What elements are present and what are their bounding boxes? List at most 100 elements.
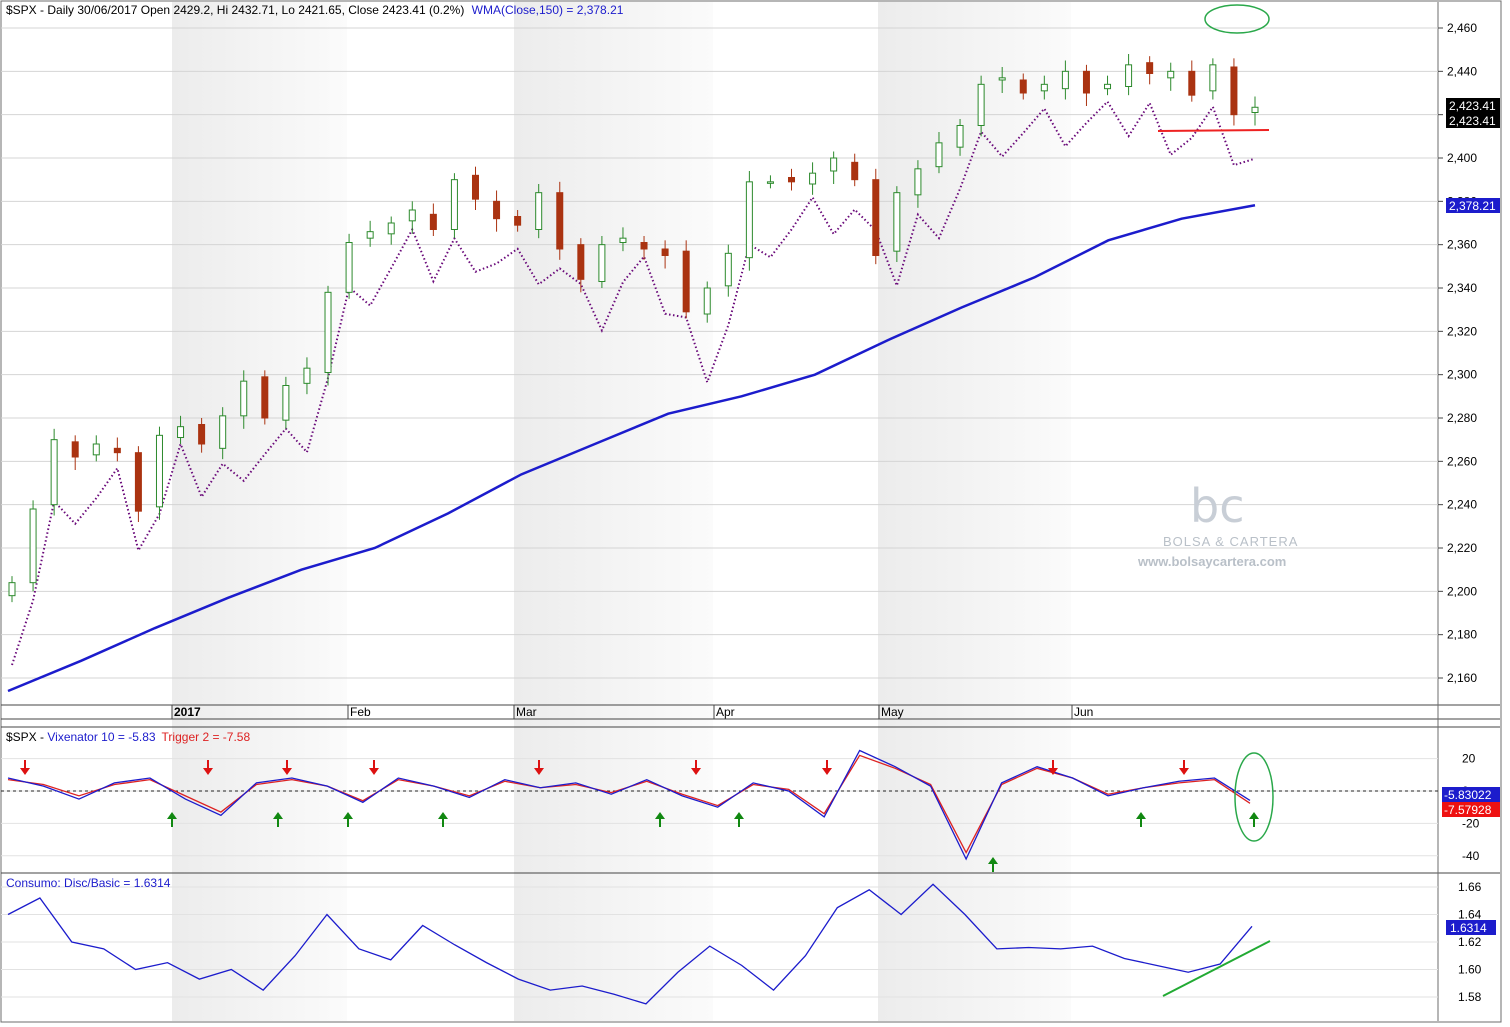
candle-body <box>661 248 669 256</box>
price-tick-label: 2,460 <box>1447 21 1477 35</box>
month-label: 2017 <box>174 705 201 719</box>
candle-body <box>1061 70 1069 90</box>
candle-body <box>282 385 290 421</box>
wma-label: 2,378.21 <box>1449 199 1496 213</box>
candle-body <box>619 237 627 244</box>
candle-body <box>366 231 374 239</box>
price-tick-label: 2,220 <box>1447 541 1477 555</box>
month-label: May <box>881 705 904 719</box>
candle-body <box>514 216 522 226</box>
price-tick-label: 2,260 <box>1447 454 1477 468</box>
price-tick-label: 2,440 <box>1447 64 1477 78</box>
vix-header-prefix: $SPX - <box>6 730 47 744</box>
watermark-logo: bc <box>1190 479 1245 533</box>
price-header: $SPX - Daily 30/06/2017 Open 2429.2, Hi … <box>6 3 464 17</box>
candle-body <box>956 125 964 148</box>
candle-body <box>324 291 332 374</box>
candle-body <box>261 376 269 419</box>
price-tick-label: 2,280 <box>1447 411 1477 425</box>
candle-body <box>1040 83 1048 92</box>
candle-body <box>219 415 227 449</box>
consumo-tick-label: 1.60 <box>1458 963 1482 977</box>
candle-body <box>429 213 437 230</box>
consumo-last-label: 1.6314 <box>1446 920 1496 935</box>
candle-body <box>29 508 37 584</box>
candle-body <box>998 77 1006 81</box>
consumo-tick-label: 1.62 <box>1458 935 1482 949</box>
candle-body <box>914 168 922 196</box>
trigger-header: Trigger 2 = -7.58 <box>162 730 251 744</box>
candle-body <box>155 434 163 508</box>
candle-body <box>851 161 859 181</box>
candle-body <box>387 222 395 235</box>
candle-body <box>577 244 585 280</box>
candle-body <box>240 380 248 417</box>
candle-body <box>1146 62 1154 75</box>
candle-body <box>1104 83 1112 90</box>
price-tick-label: 2,360 <box>1447 238 1477 252</box>
vix-last-labels: -5.83022 -7.57928 <box>1442 787 1500 817</box>
vix-tick-label: -20 <box>1462 816 1480 830</box>
consumo-tick-label: 1.66 <box>1458 880 1482 894</box>
close-label-1: 2,423.41 <box>1449 99 1496 113</box>
candle-body <box>788 177 796 183</box>
consumo-tick-label: 1.64 <box>1458 908 1482 922</box>
consumo-label: 1.6314 <box>1450 921 1487 935</box>
candle-body <box>177 426 185 438</box>
candle-body <box>893 192 901 252</box>
vix-header: Vixenator 10 = -5.83 <box>47 730 156 744</box>
candle-body <box>345 242 353 293</box>
candle-body <box>703 287 711 315</box>
month-label: Apr <box>716 705 735 719</box>
candle-body <box>471 174 479 200</box>
price-tick-label: 2,300 <box>1447 368 1477 382</box>
price-tick-label: 2,180 <box>1447 628 1477 642</box>
month-label: Jun <box>1074 705 1093 719</box>
candle-body <box>1251 106 1259 114</box>
candle-body <box>872 179 880 257</box>
price-tick-label: 2,320 <box>1447 324 1477 338</box>
candle-body <box>303 367 311 384</box>
chart-frame: 2,160 2,180 2,200 2,220 2,240 2,260 2,280 2,300… <box>0 0 1502 1023</box>
candle-body <box>1125 64 1133 88</box>
candle-body <box>598 244 606 283</box>
candle-body <box>682 250 690 313</box>
candle-body <box>408 209 416 222</box>
vix-tick-label: 20 <box>1462 752 1476 766</box>
candle-body <box>640 242 648 250</box>
watermark-url: www.bolsaycartera.com <box>1137 554 1286 569</box>
month-label: Feb <box>350 705 371 719</box>
candle-body <box>1230 66 1238 116</box>
candle-body <box>1188 70 1196 96</box>
svg-text:$SPX - Vixenator 10 = -5.83Tri: $SPX - Vixenator 10 = -5.83 Trigger 2 = -… <box>6 730 250 744</box>
price-tick-label: 2,340 <box>1447 281 1477 295</box>
candle-body <box>71 441 79 458</box>
watermark-brand: BOLSA & CARTERA <box>1163 534 1298 549</box>
candle-body <box>1167 70 1175 79</box>
svg-text:$SPX - Daily 30/06/2017 Open 2: $SPX - Daily 30/06/2017 Open 2429.2, Hi … <box>6 3 624 17</box>
candle-body <box>724 252 732 287</box>
price-tick-label: 2,400 <box>1447 151 1477 165</box>
vix-label: -5.83022 <box>1444 788 1492 802</box>
candle-body <box>977 83 985 127</box>
consumo-tick-label: 1.58 <box>1458 990 1482 1004</box>
candle-body <box>830 157 838 172</box>
price-tick-label: 2,240 <box>1447 498 1477 512</box>
candle-body <box>8 582 16 597</box>
candle-body <box>556 192 564 250</box>
price-tick-label: 2,200 <box>1447 584 1477 598</box>
candle-body <box>766 181 774 184</box>
candle-body <box>493 200 501 220</box>
vix-tick-label: -40 <box>1462 849 1480 863</box>
candle-body <box>1082 70 1090 94</box>
candle-body <box>535 192 543 231</box>
trigger-label: -7.57928 <box>1444 803 1492 817</box>
support-line <box>1157 129 1270 132</box>
candle-body <box>745 181 753 259</box>
candle-body <box>113 447 121 454</box>
candle-body <box>134 452 142 512</box>
price-wma-header: WMA(Close,150) = 2,378.21 <box>472 3 624 17</box>
candle-body <box>450 179 458 231</box>
candle-body <box>935 142 943 168</box>
candle-body <box>92 443 100 456</box>
